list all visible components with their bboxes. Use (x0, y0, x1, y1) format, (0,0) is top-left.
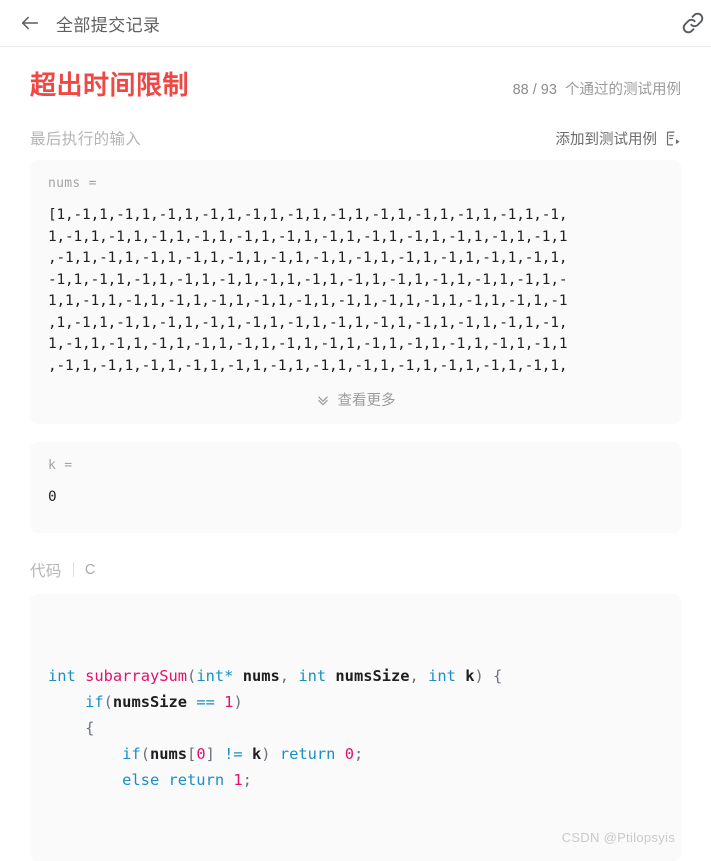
back-arrow-icon[interactable] (18, 11, 42, 35)
code-token: nums (149, 744, 188, 763)
last-input-label: 最后执行的输入 (30, 131, 142, 149)
code-token: ] (205, 744, 225, 763)
code-token: int (298, 666, 327, 685)
code-token: [ (187, 744, 197, 763)
param-name-k: k = (48, 458, 73, 474)
testcase-suffix-label: 个通过的测试用例 (565, 82, 681, 98)
code-token: if (85, 692, 104, 711)
input-param-panel-k: k = 0 (30, 442, 681, 533)
code-token: { (85, 718, 95, 737)
code-token: int (428, 666, 456, 685)
code-token: nums (242, 666, 280, 685)
code-token: if (122, 744, 141, 763)
testcase-count: 88 / 93 个通过的测试用例 (513, 78, 681, 99)
count-separator: / (532, 82, 537, 98)
code-token: numsSize (112, 692, 188, 711)
add-to-testcase-button[interactable]: 添加到测试用例 (556, 128, 682, 149)
code-section-header: 代码 C (30, 559, 681, 581)
code-token: , (409, 666, 429, 685)
link-chain-icon[interactable] (679, 9, 709, 37)
param-name-nums: nums = (48, 176, 97, 192)
code-token: ) (233, 692, 243, 711)
code-token: ( (140, 744, 150, 763)
code-token: ) (261, 744, 280, 763)
param-value-k: 0 (48, 489, 57, 506)
code-token: subarraySum (85, 666, 188, 685)
code-token: ; (242, 770, 252, 789)
code-token: 1 (233, 770, 243, 789)
code-line: if(numsSize == 1) (48, 689, 663, 715)
page-title: 全部提交记录 (56, 15, 161, 35)
header-divider (72, 562, 74, 578)
code-token: int (48, 666, 76, 685)
code-token: * (224, 666, 234, 685)
code-line: else return 1; (48, 767, 663, 793)
passed-count: 88 (512, 82, 529, 98)
code-language-label: C (84, 561, 96, 578)
submission-status-row: 超出时间限制 88 / 93 个通过的测试用例 (30, 47, 681, 101)
code-token: { (493, 666, 503, 685)
code-block[interactable]: int subarraySum(int* nums, int numsSize,… (30, 593, 681, 861)
code-token: numsSize (335, 666, 410, 685)
code-token: ; (353, 744, 364, 763)
total-count: 93 (540, 82, 557, 98)
code-token: 0 (196, 744, 206, 763)
double-chevron-down-icon (316, 393, 330, 407)
code-line: { (48, 715, 663, 741)
code-token: != (224, 744, 243, 763)
code-token: int (196, 666, 225, 685)
code-token: return (168, 770, 225, 789)
verdict-text: 超出时间限制 (30, 70, 190, 100)
file-run-icon (664, 130, 681, 147)
code-token: ( (187, 666, 197, 685)
code-token: 0 (344, 744, 354, 763)
last-input-header: 最后执行的输入 添加到测试用例 (30, 127, 681, 149)
code-token: , (279, 666, 299, 685)
show-more-button[interactable]: 查看更多 (48, 389, 663, 410)
top-bar: 全部提交记录 (0, 0, 711, 47)
code-token: k (251, 744, 262, 763)
add-to-testcase-label: 添加到测试用例 (555, 131, 658, 148)
code-token: return (279, 744, 336, 763)
code-token: ) (474, 666, 494, 685)
code-line: int subarraySum(int* nums, int numsSize,… (48, 663, 663, 689)
csdn-watermark: CSDN @Ptilopsyis (561, 829, 675, 845)
code-token: ( (103, 692, 113, 711)
show-more-label: 查看更多 (337, 393, 396, 410)
code-token: == (196, 692, 215, 711)
code-token: else (122, 770, 160, 789)
code-line: if(nums[0] != k) return 0; (48, 741, 663, 767)
code-label: 代码 (30, 562, 62, 580)
page-content: 超出时间限制 88 / 93 个通过的测试用例 最后执行的输入 添加到测试用例 … (0, 47, 711, 861)
param-value-nums: [1,-1,1,-1,1,-1,1,-1,1,-1,1,-1,1,-1,1,-1… (48, 207, 568, 374)
input-param-panel-nums: nums = [1,-1,1,-1,1,-1,1,-1,1,-1,1,-1,1,… (30, 160, 681, 425)
